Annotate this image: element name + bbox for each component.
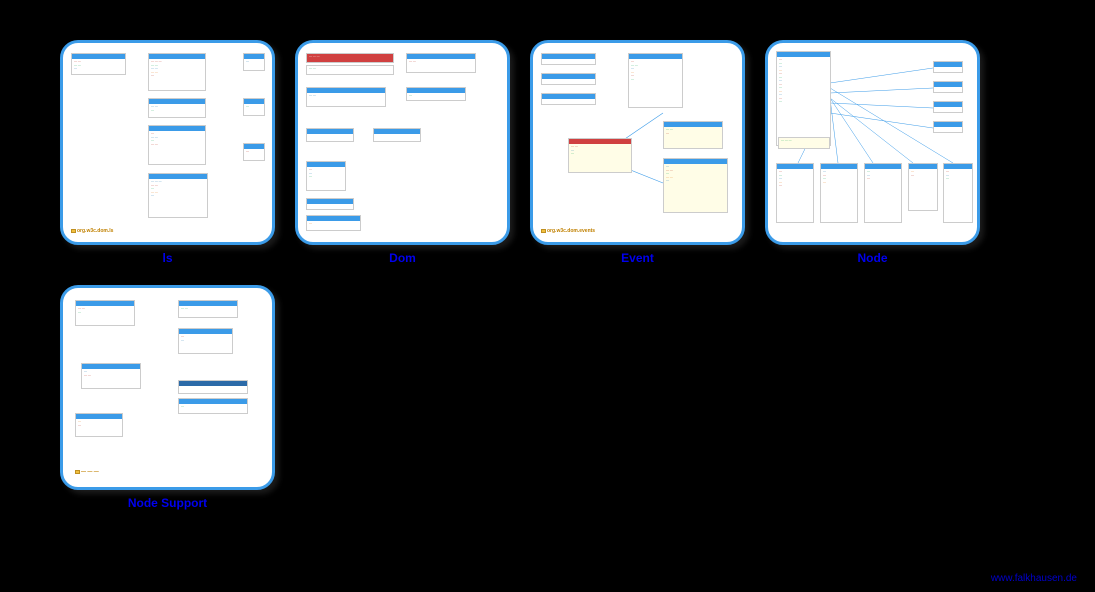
thumb-canvas-node-support: — —— — — —— —— — — —— — — — xyxy=(60,285,275,490)
thumb-dom[interactable]: — — — — — — — — — — ——— — Dom xyxy=(295,40,510,265)
thumb-canvas-node: ————————————— — — — ————— ———— ——— —— ——… xyxy=(765,40,980,245)
thumb-node[interactable]: ————————————— — — — ————— ———— ——— —— ——… xyxy=(765,40,980,265)
thumb-label: ls xyxy=(162,251,172,265)
package-label-ls: org.w3c.dom.ls xyxy=(71,228,113,234)
thumb-canvas-dom: — — — — — — — — — — ——— — xyxy=(295,40,510,245)
thumb-label: Node Support xyxy=(128,496,207,510)
thumb-canvas-ls: — —— —— — — —— —— —— —— — —— —— ——— — — … xyxy=(60,40,275,245)
thumb-label: Node xyxy=(858,251,888,265)
thumbnail-grid: — —— —— — — —— —— —— —— — —— —— ——— — — … xyxy=(0,0,1095,520)
thumb-label: Event xyxy=(621,251,654,265)
thumb-event[interactable]: —— ————— — ——— — —— —— ——— —— org.w3c.do… xyxy=(530,40,745,265)
thumb-label: Dom xyxy=(389,251,416,265)
thumb-node-support[interactable]: — —— — — —— —— — — —— — — — Node Support xyxy=(60,285,275,510)
thumb-ls[interactable]: — —— —— — — —— —— —— —— — —— —— ——— — — … xyxy=(60,40,275,265)
package-label-event: org.w3c.dom.events xyxy=(541,228,595,234)
thumb-canvas-event: —— ————— — ——— — —— —— ——— —— org.w3c.do… xyxy=(530,40,745,245)
footer-link[interactable]: www.falkhausen.de xyxy=(991,573,1077,584)
package-label-nodesupport: — — — xyxy=(75,469,99,475)
